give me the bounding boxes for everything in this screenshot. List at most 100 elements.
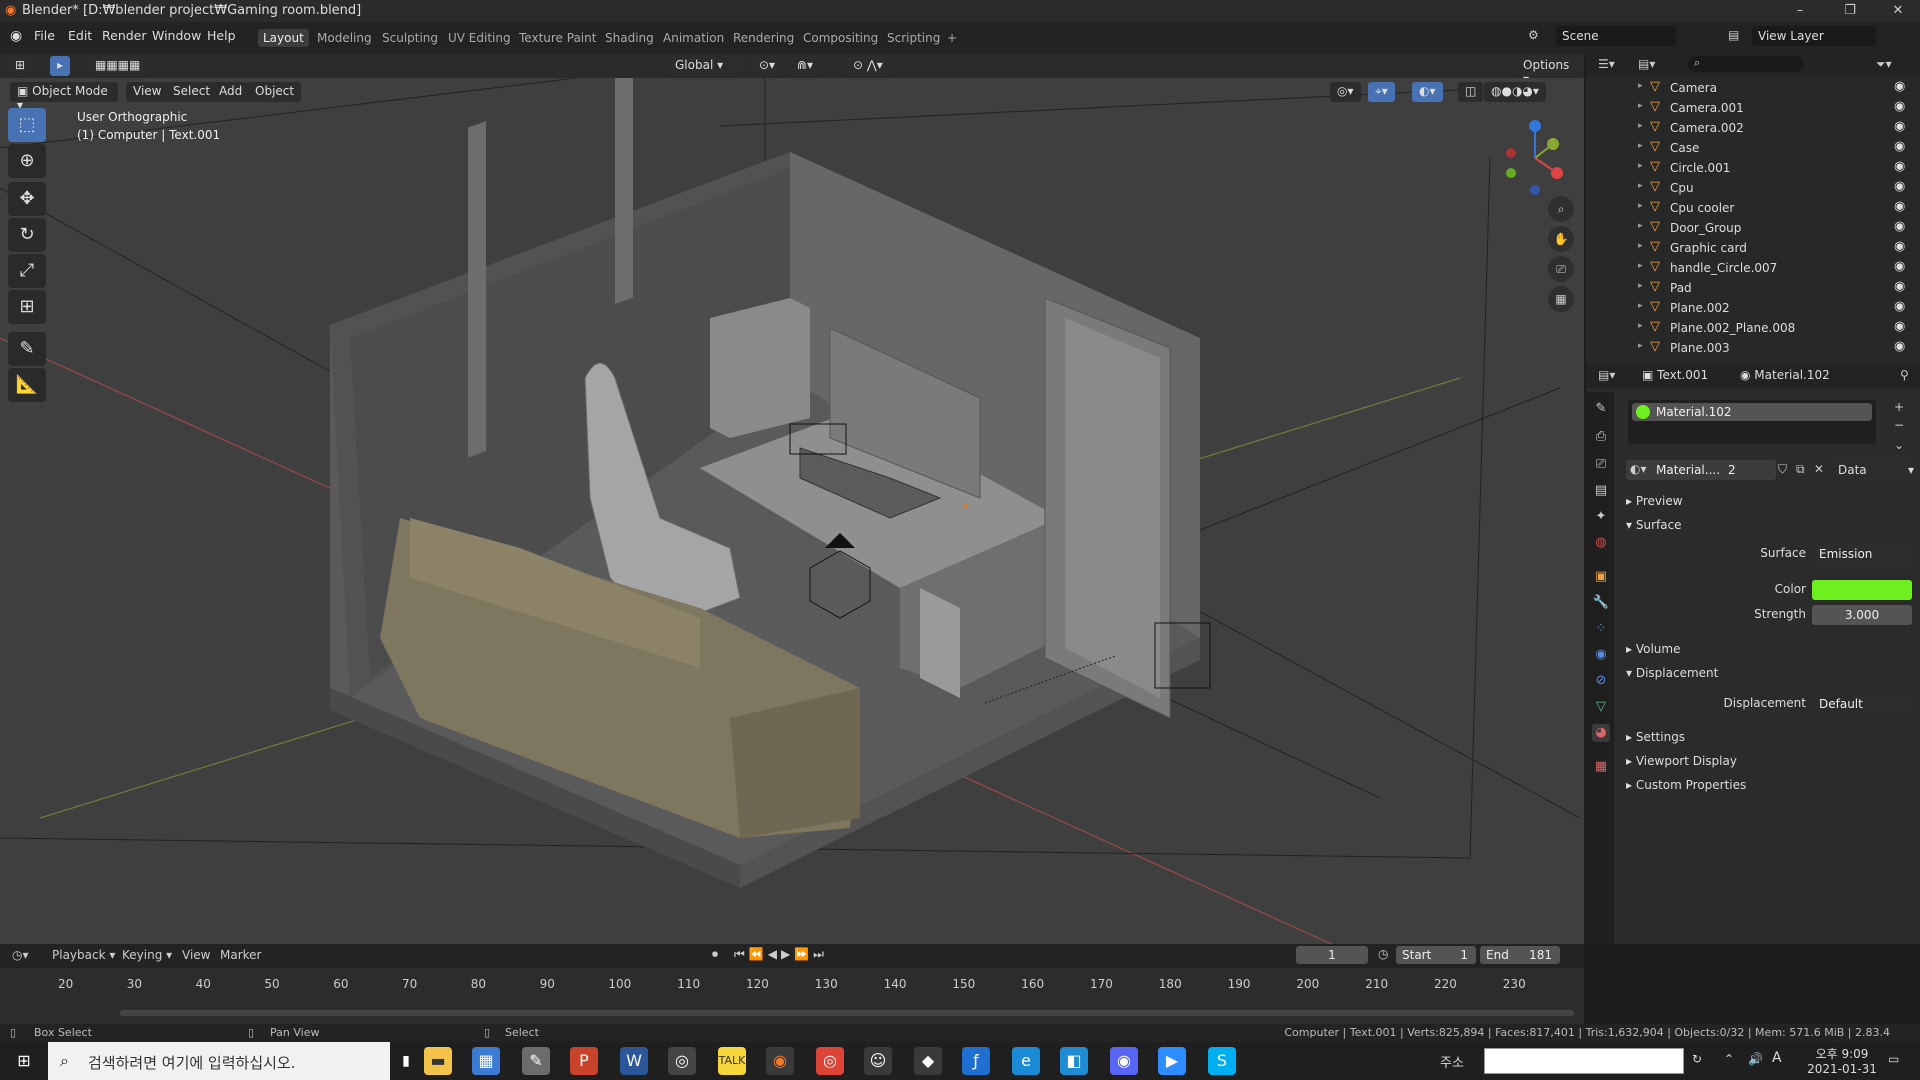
paint-app-icon[interactable]: ✎: [522, 1047, 550, 1075]
close-button[interactable]: ✕: [1878, 0, 1918, 22]
record-icon[interactable]: ⏺: [712, 947, 718, 962]
menu-file[interactable]: File: [34, 28, 55, 43]
word-icon[interactable]: W: [620, 1047, 648, 1075]
select-box-tool-icon[interactable]: ⬚: [8, 108, 46, 142]
data-tab-icon[interactable]: ▽: [1592, 698, 1610, 716]
eye-icon[interactable]: ◉: [1894, 119, 1905, 134]
expand-icon[interactable]: ▸: [1638, 201, 1643, 211]
expand-icon[interactable]: ▸: [1638, 221, 1643, 231]
pan-hand-icon[interactable]: ✋: [1548, 226, 1574, 252]
material-datablock[interactable]: ◐▾ Material.... 2: [1626, 460, 1776, 480]
material-tab-icon[interactable]: ◕: [1592, 724, 1610, 742]
editor-type-icon[interactable]: ⊞: [8, 56, 33, 76]
menu-render[interactable]: Render: [102, 28, 147, 43]
render-tab-icon[interactable]: ⎙: [1592, 428, 1610, 446]
outliner-item[interactable]: ▸ ▽ Pad ◉: [1586, 278, 1920, 298]
outliner-search-input[interactable]: ⌕: [1688, 56, 1804, 72]
shading-modes-icon[interactable]: ◍●◑◕▾: [1484, 82, 1546, 102]
skype-icon[interactable]: S: [1208, 1047, 1236, 1075]
notifications-icon[interactable]: ▭: [1888, 1052, 1899, 1066]
menu-help[interactable]: Help: [207, 28, 236, 43]
add-slot-icon[interactable]: +: [1894, 400, 1904, 414]
menu-edit[interactable]: Edit: [68, 28, 92, 43]
particles-tab-icon[interactable]: ⁘: [1592, 620, 1610, 638]
xray-toggle-icon[interactable]: ◫: [1458, 82, 1484, 102]
timeline-menu-view[interactable]: View: [182, 948, 210, 962]
timeline-editor-icon[interactable]: ◷▾: [12, 948, 29, 962]
new-material-icon[interactable]: ⧉: [1796, 462, 1805, 477]
outliner-item[interactable]: ▸ ▽ Cpu cooler ◉: [1586, 198, 1920, 218]
annotate-tool-icon[interactable]: ✎: [8, 332, 46, 366]
move-tool-icon[interactable]: ✥: [8, 182, 46, 216]
snap-icon[interactable]: ⋒▾: [790, 56, 821, 76]
zoom-app-icon[interactable]: ▶: [1158, 1047, 1186, 1075]
cat-app-icon[interactable]: ◆: [914, 1047, 942, 1075]
slot-menu-icon[interactable]: ⌄: [1894, 438, 1904, 452]
clock-time[interactable]: 오후 9:09: [1800, 1045, 1884, 1062]
expand-icon[interactable]: ▸: [1638, 181, 1643, 191]
timeline-menu-playback[interactable]: Playback ▾: [52, 948, 115, 962]
ime-indicator[interactable]: A: [1772, 1050, 1782, 1066]
displacement-section[interactable]: ▾ Displacement: [1626, 666, 1718, 680]
eye-icon[interactable]: ◉: [1894, 279, 1905, 294]
outliner-item[interactable]: ▸ ▽ Cpu ◉: [1586, 178, 1920, 198]
selection-modes-icon[interactable]: ▦▦▦▦: [88, 56, 148, 76]
surface-section[interactable]: ▾ Surface: [1626, 518, 1682, 532]
eye-icon[interactable]: ◉: [1894, 299, 1905, 314]
start-frame-field[interactable]: Start 1: [1396, 946, 1476, 964]
remove-slot-icon[interactable]: −: [1894, 418, 1904, 432]
expand-icon[interactable]: ▸: [1638, 241, 1643, 251]
tab-sculpting[interactable]: Sculpting: [377, 29, 443, 47]
expand-icon[interactable]: ▸: [1638, 121, 1643, 131]
pivot-icon[interactable]: ⊙▾: [752, 56, 783, 76]
surface-shader-field[interactable]: Emission: [1812, 544, 1912, 564]
scene-field[interactable]: Scene: [1556, 26, 1676, 46]
outliner-item[interactable]: ▸ ▽ Circle.001 ◉: [1586, 158, 1920, 178]
strength-field[interactable]: 3.000: [1812, 605, 1912, 625]
camera-view-icon[interactable]: ⎚: [1548, 256, 1574, 282]
tab-modeling[interactable]: Modeling: [312, 29, 377, 47]
cursor-tool-icon[interactable]: ⊕: [8, 144, 46, 178]
chrome-icon[interactable]: ◎: [816, 1047, 844, 1075]
viewport-menu-add[interactable]: Add: [212, 82, 250, 102]
file-explorer-icon[interactable]: ▬: [424, 1047, 452, 1075]
tab-uv-editing[interactable]: UV Editing: [443, 29, 516, 47]
blender-taskbar-icon[interactable]: ◉: [766, 1047, 794, 1075]
fake-user-icon[interactable]: ⛉: [1778, 462, 1787, 477]
view-layer-field[interactable]: View Layer: [1752, 26, 1876, 46]
eye-icon[interactable]: ◉: [1894, 99, 1905, 114]
expand-icon[interactable]: ▸: [1638, 301, 1643, 311]
minimize-button[interactable]: –: [1780, 0, 1820, 22]
volume-icon[interactable]: 🔊: [1748, 1052, 1763, 1066]
overlays-toggle-icon[interactable]: ◐▾: [1412, 82, 1443, 102]
edge-icon[interactable]: e: [1012, 1047, 1040, 1075]
eye-icon[interactable]: ◉: [1894, 219, 1905, 234]
physics-tab-icon[interactable]: ◉: [1592, 646, 1610, 664]
eye-icon[interactable]: ◉: [1894, 339, 1905, 354]
viewport-menu-view[interactable]: View: [126, 82, 169, 102]
eye-icon[interactable]: ◉: [1894, 79, 1905, 94]
view-layer-tab-icon[interactable]: ▤: [1592, 482, 1610, 500]
filter-icon[interactable]: ⏷▾: [1876, 57, 1892, 72]
gizmo-toggle-icon[interactable]: ⌖▾: [1368, 82, 1395, 102]
outliner-item[interactable]: ▸ ▽ Door_Group ◉: [1586, 218, 1920, 238]
tab-scripting[interactable]: Scripting: [882, 29, 945, 47]
visibility-icon[interactable]: ◎▾: [1330, 82, 1361, 102]
modifier-tab-icon[interactable]: 🔧: [1592, 594, 1610, 612]
object-mode-dropdown[interactable]: ▣ Object Mode ▾: [10, 82, 118, 112]
kakaotalk-icon[interactable]: TALK: [718, 1047, 746, 1075]
transform-tool-icon[interactable]: ⊞: [8, 290, 46, 324]
scale-tool-icon[interactable]: ⤢: [8, 254, 46, 288]
discord-icon[interactable]: ◉: [1110, 1047, 1138, 1075]
volume-section[interactable]: ▸ Volume: [1626, 642, 1680, 656]
tool-tab-icon[interactable]: ✎: [1592, 400, 1610, 418]
expand-icon[interactable]: ▸: [1638, 321, 1643, 331]
transform-orientation-dropdown[interactable]: Global ▾: [668, 56, 744, 76]
preview-range-icon[interactable]: ◷: [1378, 947, 1388, 961]
settings-section[interactable]: ▸ Settings: [1626, 730, 1685, 744]
proportional-edit-icon[interactable]: ⊙ ⋀▾: [846, 56, 890, 76]
powerpoint-icon[interactable]: P: [570, 1047, 598, 1075]
tab-shading[interactable]: Shading: [600, 29, 659, 47]
outliner-item[interactable]: ▸ ▽ Camera ◉: [1586, 78, 1920, 98]
expand-icon[interactable]: ▸: [1638, 281, 1643, 291]
